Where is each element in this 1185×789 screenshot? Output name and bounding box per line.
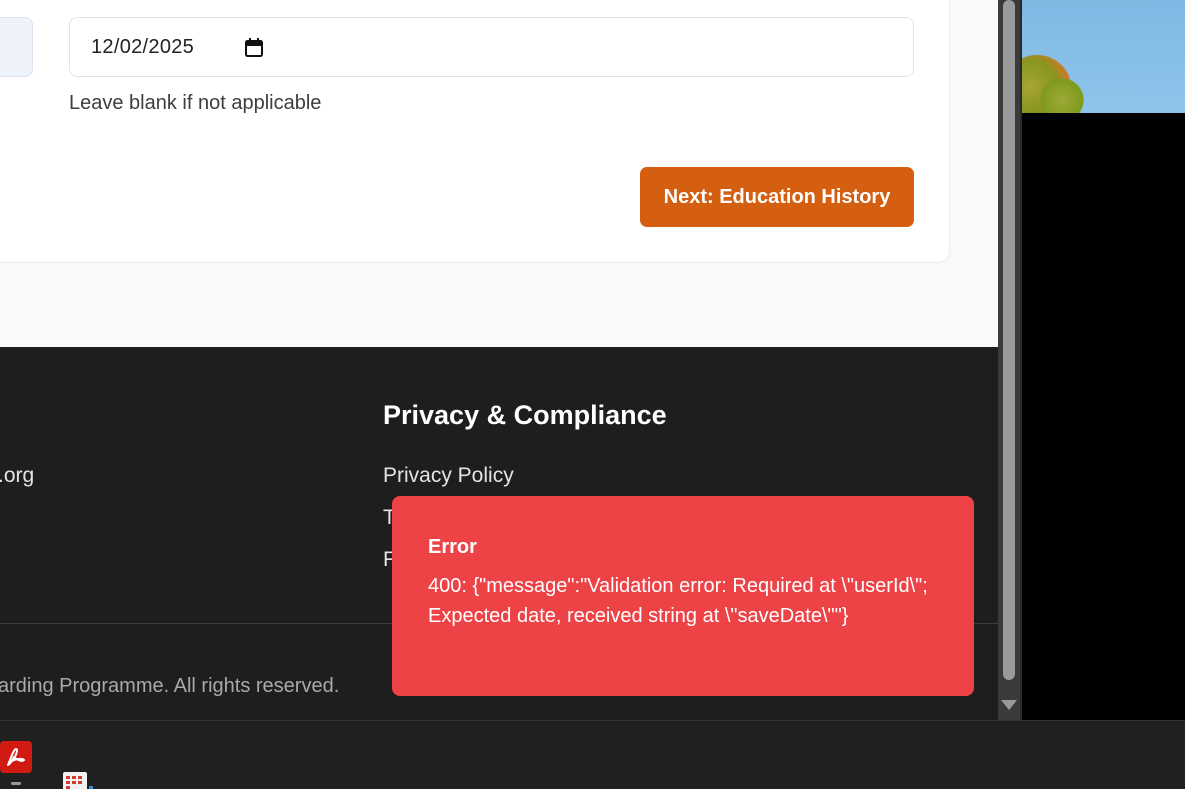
date-helper-text: Leave blank if not applicable [69,92,322,114]
wallpaper-photo [1022,0,1185,113]
vertical-scrollbar[interactable] [998,0,1020,720]
tree-foliage [1037,75,1087,113]
calendar-icon[interactable] [245,38,263,57]
taskbar [0,720,1185,789]
scroll-down-arrow-icon[interactable] [1001,700,1017,710]
toast-message: 400: {"message":"Validation error: Requi… [428,575,928,627]
footer-contact-link[interactable]: .org [0,464,34,488]
scrollbar-thumb[interactable] [1003,0,1015,680]
copyright-text: arding Programme. All rights reserved. [0,675,340,697]
desktop-background [1020,0,1185,720]
app-icon[interactable] [63,772,93,789]
next-education-history-button[interactable]: Next: Education History [640,167,914,227]
privacy-policy-link[interactable]: Privacy Policy [383,464,514,488]
pdf-reader-icon[interactable] [0,741,32,773]
toast-title: Error [428,536,477,558]
date-input[interactable]: 12/02/2025 [69,17,914,77]
error-toast[interactable]: Error 400: {"message":"Validation error:… [392,496,974,696]
date-input-value: 12/02/2025 [91,35,195,58]
active-app-indicator [11,782,21,785]
side-field-stub[interactable] [0,17,33,77]
privacy-compliance-heading: Privacy & Compliance [383,400,667,430]
